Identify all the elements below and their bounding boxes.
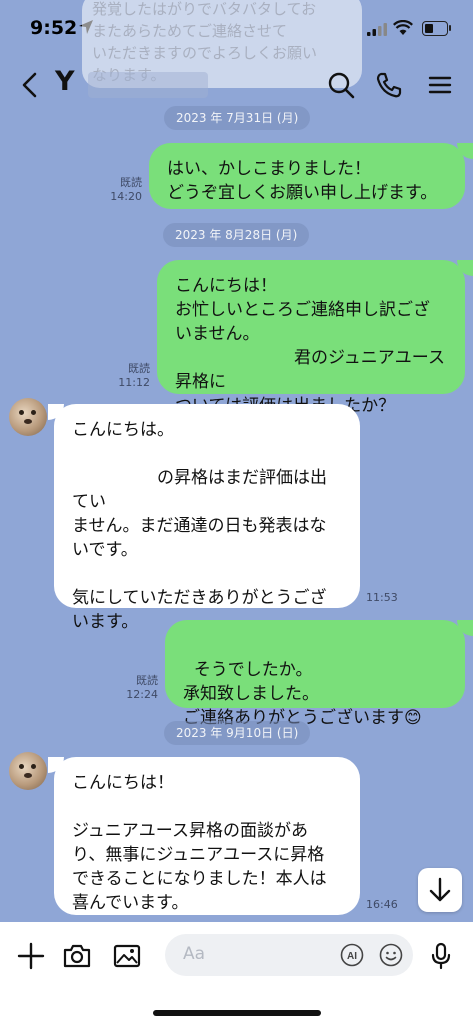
- camera-icon[interactable]: [62, 941, 92, 971]
- contact-name[interactable]: Y: [55, 66, 75, 97]
- composer-bar: Aa AI: [0, 922, 473, 1024]
- read-receipt: 既読: [136, 674, 158, 687]
- outgoing-message-bubble[interactable]: はい、かしこまりました！ どうぞ宜しくお願い申し上げます。: [149, 143, 465, 209]
- incoming-message-bubble[interactable]: こんにちは。 の昇格はまだ評価は出てい ません。まだ通達の日も発表はな いです。…: [54, 404, 360, 632]
- microphone-icon[interactable]: [426, 941, 456, 971]
- back-arrow-icon[interactable]: [16, 70, 46, 100]
- read-receipt: 既読: [128, 362, 150, 375]
- message-meta: 既読 11:12: [108, 362, 150, 390]
- emoji-icon[interactable]: [379, 943, 403, 967]
- home-indicator: [153, 1010, 321, 1016]
- contact-avatar[interactable]: [9, 752, 47, 790]
- chat-header: Y: [0, 60, 473, 110]
- menu-icon[interactable]: [425, 70, 455, 100]
- ai-label: AI: [347, 951, 357, 962]
- status-time: 9:52: [30, 17, 78, 39]
- outgoing-message-bubble[interactable]: そうでしたか。 承知致しました。 ご連絡ありがとうございます😊: [165, 620, 465, 728]
- ai-icon[interactable]: AI: [340, 943, 364, 967]
- search-icon[interactable]: [326, 70, 356, 100]
- wifi-icon: [393, 20, 413, 35]
- message-text: そうでしたか。 承知致しました。 ご連絡ありがとうございます: [183, 660, 404, 728]
- contact-avatar[interactable]: [9, 398, 47, 436]
- outgoing-message-bubble[interactable]: こんにちは！ お忙しいところご連絡申し訳ござ いません。 君のジュニアユース昇格…: [157, 260, 465, 416]
- scroll-to-bottom-button[interactable]: [418, 868, 462, 912]
- arrow-down-icon: [429, 877, 451, 902]
- message-meta: 既読 14:20: [100, 176, 142, 204]
- message-time: 16:46: [366, 898, 398, 911]
- date-separator: 2023 年 8月28日 (月): [163, 223, 310, 247]
- message-time: 12:24: [126, 688, 158, 701]
- read-receipt: 既読: [120, 176, 142, 189]
- date-separator: 2023 年 7月31日 (月): [164, 106, 311, 130]
- plus-icon[interactable]: [16, 941, 46, 971]
- message-time: 14:20: [110, 190, 142, 203]
- message-input-placeholder: Aa: [183, 944, 206, 964]
- phone-icon[interactable]: [374, 70, 404, 100]
- date-separator: 2023 年 9月10日 (日): [164, 721, 311, 745]
- smiling-face-emoji-icon: 😊: [404, 708, 422, 728]
- battery-icon: [422, 21, 451, 36]
- message-time: 11:12: [118, 376, 150, 389]
- cellular-signal-icon: [367, 23, 387, 36]
- message-meta: 既読 12:24: [116, 674, 158, 702]
- contact-name-redaction: [88, 72, 208, 98]
- image-icon[interactable]: [112, 941, 142, 971]
- message-time: 11:53: [366, 591, 398, 604]
- incoming-message-bubble[interactable]: こんにちは！ ジュニアユース昇格の面談があ り、無事にジュニアユースに昇格 でき…: [54, 757, 360, 915]
- message-input[interactable]: Aa AI: [165, 934, 413, 976]
